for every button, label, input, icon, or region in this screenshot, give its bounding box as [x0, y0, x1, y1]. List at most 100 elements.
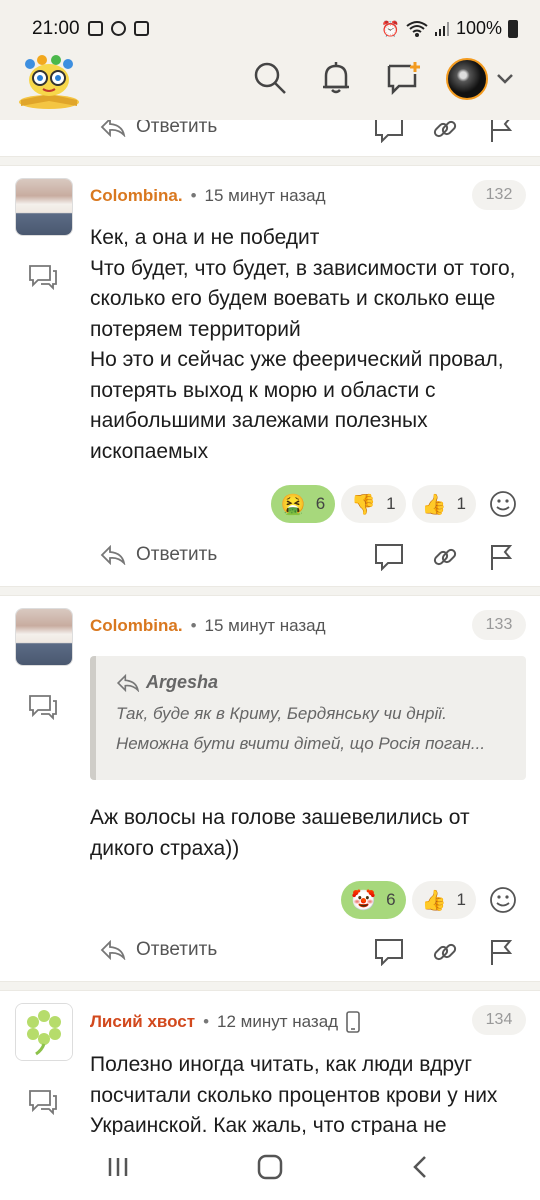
reaction-count: 1 — [456, 494, 466, 513]
clown-emoji-icon: 🤡 — [351, 889, 377, 912]
author-photo — [16, 1004, 72, 1060]
comment-actions: Ответить — [0, 534, 540, 578]
quote-author[interactable]: Argesha — [116, 672, 506, 693]
comment: Colombina. • 15 минут назад 132 Кек, а о… — [0, 166, 540, 586]
comment-author[interactable]: Colombina. — [90, 616, 183, 636]
reaction-vomit[interactable]: 🤮 6 — [270, 485, 336, 523]
smiley-icon — [490, 491, 516, 517]
flag-icon — [491, 940, 513, 965]
viber-notification-icon — [111, 21, 126, 36]
reply-side-icon[interactable] — [28, 1089, 58, 1115]
comment-time[interactable]: 15 минут назад — [205, 186, 326, 206]
app-notification-icon — [134, 21, 149, 36]
reaction-count: 1 — [386, 494, 396, 513]
wifi-icon — [406, 20, 428, 37]
add-message-icon — [387, 62, 420, 96]
reactions: 🤡 6 👍 1 — [341, 881, 520, 919]
reaction-thumbs-up[interactable]: 👍 1 — [411, 881, 476, 919]
reply-button[interactable]: Ответить — [100, 544, 217, 566]
notifications-button[interactable] — [316, 58, 356, 98]
avatar[interactable] — [15, 1003, 73, 1061]
link-icon — [433, 120, 457, 138]
link-button[interactable] — [430, 120, 460, 144]
reaction-clown[interactable]: 🤡 6 — [341, 881, 406, 919]
search-button[interactable] — [250, 58, 290, 98]
add-reaction-button[interactable] — [486, 487, 520, 521]
notification-icons — [88, 21, 149, 36]
comment: Colombina. • 15 минут назад 133 Argesha … — [0, 596, 540, 981]
reply-side-icon[interactable] — [28, 264, 58, 290]
link-icon — [433, 943, 457, 961]
link-button[interactable] — [430, 937, 460, 967]
user-menu[interactable] — [446, 58, 514, 100]
reply-button[interactable]: Ответить — [100, 120, 217, 138]
comment-header: Colombina. • 15 минут назад — [90, 186, 326, 206]
link-button[interactable] — [430, 542, 460, 572]
home-button[interactable] — [250, 1149, 290, 1185]
comment-divider — [0, 981, 540, 991]
screen: 21:00 ⏰ 100% Ответить Colombina. • 15 ми… — [0, 0, 540, 1200]
flag-icon — [491, 120, 513, 142]
author-photo — [16, 609, 72, 665]
comment: Лисий хвост • 12 минут назад 134 Полезно… — [0, 991, 540, 1135]
battery-percent: 100% — [455, 18, 502, 38]
reply-label: Ответить — [136, 939, 218, 960]
action-icons — [374, 542, 516, 572]
reply-label: Ответить — [136, 544, 218, 565]
message-button[interactable] — [374, 937, 404, 967]
comment-number[interactable]: 132 — [472, 180, 526, 210]
comment-text: Кек, а она и не победит Что будет, что б… — [90, 226, 516, 463]
chat-icon — [375, 120, 403, 143]
recent-apps-button[interactable] — [98, 1149, 138, 1185]
home-icon — [257, 1154, 283, 1180]
reply-side-icon[interactable] — [28, 694, 58, 720]
reaction-count: 1 — [456, 890, 466, 909]
separator-dot: • — [190, 616, 197, 635]
report-button[interactable] — [486, 937, 516, 967]
comments-feed: Ответить Colombina. • 15 минут назад 132… — [0, 120, 540, 1135]
reply-arrow-icon — [100, 940, 126, 960]
comment-number[interactable]: 134 — [472, 1005, 526, 1035]
back-button[interactable] — [400, 1149, 440, 1185]
thumbs-down-icon: 👎 — [351, 493, 377, 516]
chevron-down-icon — [497, 74, 513, 84]
comment-time[interactable]: 15 минут назад — [205, 616, 326, 636]
add-reaction-button[interactable] — [486, 883, 520, 917]
user-avatar — [446, 58, 488, 100]
comment-time[interactable]: 12 минут назад — [217, 1012, 338, 1032]
comment-text: Аж волосы на голове зашевелились от дико… — [90, 806, 470, 860]
smiley-icon — [490, 887, 516, 913]
reply-arrow-icon — [116, 673, 140, 692]
bell-icon — [323, 62, 349, 94]
reaction-count: 6 — [386, 890, 396, 909]
message-button[interactable] — [374, 120, 404, 144]
chat-icon — [375, 544, 403, 571]
quoted-comment[interactable]: Argesha Так, буде як в Криму, Бердянську… — [90, 656, 526, 780]
flag-icon — [491, 545, 513, 570]
comment-number[interactable]: 133 — [472, 610, 526, 640]
thumbs-up-icon: 👍 — [421, 493, 447, 516]
search-icon — [254, 62, 286, 94]
recent-apps-icon — [108, 1158, 128, 1176]
report-button[interactable] — [486, 120, 516, 144]
battery-icon — [508, 19, 518, 38]
thumbs-up-icon: 👍 — [421, 889, 447, 912]
report-button[interactable] — [486, 542, 516, 572]
avatar[interactable] — [15, 608, 73, 666]
reply-label: Ответить — [136, 120, 218, 137]
avatar[interactable] — [15, 178, 73, 236]
status-time: 21:00 — [32, 18, 80, 39]
chat-icon — [375, 939, 403, 966]
comment-author[interactable]: Лисий хвост — [90, 1012, 195, 1032]
reply-button[interactable]: Ответить — [100, 939, 217, 961]
reaction-thumbs-down[interactable]: 👎 1 — [341, 485, 406, 523]
vomit-emoji-icon: 🤮 — [280, 493, 306, 516]
new-post-button[interactable] — [383, 58, 423, 98]
app-header — [0, 44, 540, 120]
system-nav-bar — [0, 1135, 540, 1200]
comment-author[interactable]: Colombina. — [90, 186, 183, 206]
message-button[interactable] — [374, 542, 404, 572]
action-icons — [374, 120, 516, 144]
site-logo-icon[interactable] — [16, 54, 82, 112]
reaction-thumbs-up[interactable]: 👍 1 — [411, 485, 476, 523]
